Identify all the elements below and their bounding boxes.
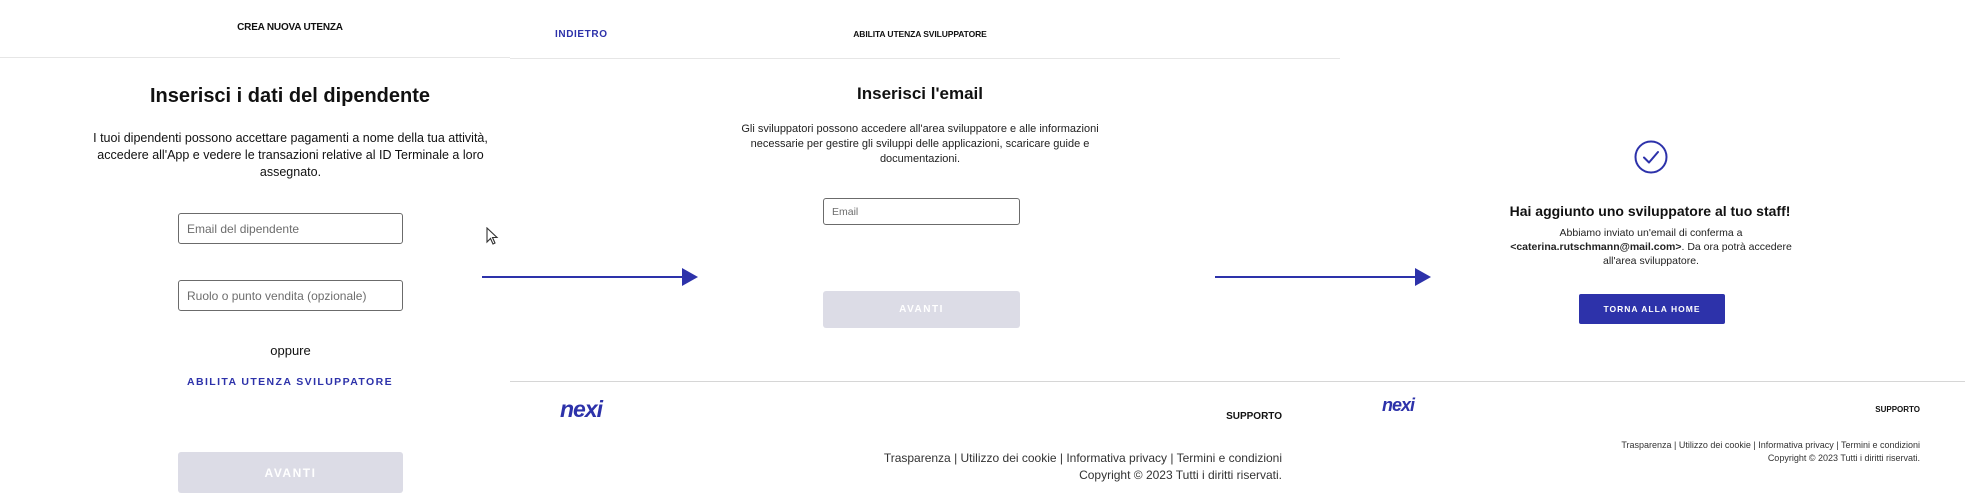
screen2-next-button[interactable]: AVANTI — [823, 291, 1020, 328]
message-line1: Abbiamo inviato un'email di conferma a — [1559, 227, 1743, 239]
footer-links[interactable]: Trasparenza | Utilizzo dei cookie | Info… — [1600, 439, 1920, 452]
role-field[interactable]: Ruolo o punto vendita (opzionale) — [178, 280, 403, 311]
screen3-message: Abbiamo inviato un'email di conferma a <… — [1510, 226, 1792, 269]
or-label: oppure — [270, 343, 311, 358]
footer-links[interactable]: Trasparenza | Utilizzo dei cookie | Info… — [820, 450, 1282, 467]
check-circle-icon — [1634, 140, 1668, 174]
back-link[interactable]: INDIETRO — [555, 29, 625, 40]
flow-arrow-2 — [1215, 276, 1415, 278]
footer-divider — [510, 381, 1965, 382]
footer-copyright: Copyright © 2023 Tutti i diritti riserva… — [1767, 453, 1920, 463]
support-link[interactable]: SUPPORTO — [1830, 405, 1920, 414]
footer-copyright: Copyright © 2023 Tutti i diritti riserva… — [1079, 468, 1282, 482]
screen1-description: I tuoi dipendenti possono accettare paga… — [93, 131, 488, 179]
screen2-title: Inserisci l'email — [857, 84, 983, 103]
employee-email-field[interactable]: Email del dipendente — [178, 213, 403, 244]
screen2-description: Gli sviluppatori possono accedere all'ar… — [741, 123, 1099, 165]
mouse-cursor-icon — [486, 227, 499, 245]
support-link[interactable]: SUPPORTO — [1200, 411, 1282, 422]
message-email: <caterina.rutschmann@mail.com> — [1510, 241, 1682, 254]
nexi-logo[interactable]: nexi — [560, 396, 603, 423]
screen1-header-title: CREA NUOVA UTENZA — [237, 22, 343, 33]
screen1-next-button[interactable]: AVANTI — [178, 452, 403, 493]
screen1-title: Inserisci i dati del dipendente — [149, 85, 431, 107]
screen3-title: Hai aggiunto uno sviluppatore al tuo sta… — [1509, 203, 1791, 219]
flow-arrow-1 — [482, 276, 682, 278]
screen2-header-title: ABILITA UTENZA SVILUPPATORE — [853, 29, 987, 39]
nexi-logo[interactable]: nexi — [1382, 395, 1415, 416]
screen2-header-divider — [510, 58, 1340, 59]
arrow-head-icon — [1415, 268, 1431, 286]
back-home-button[interactable]: TORNA ALLA HOME — [1579, 294, 1725, 324]
enable-developer-link[interactable]: ABILITA UTENZA SVILUPPATORE — [150, 376, 430, 388]
arrow-head-icon — [682, 268, 698, 286]
developer-email-field[interactable]: Email — [823, 198, 1020, 225]
